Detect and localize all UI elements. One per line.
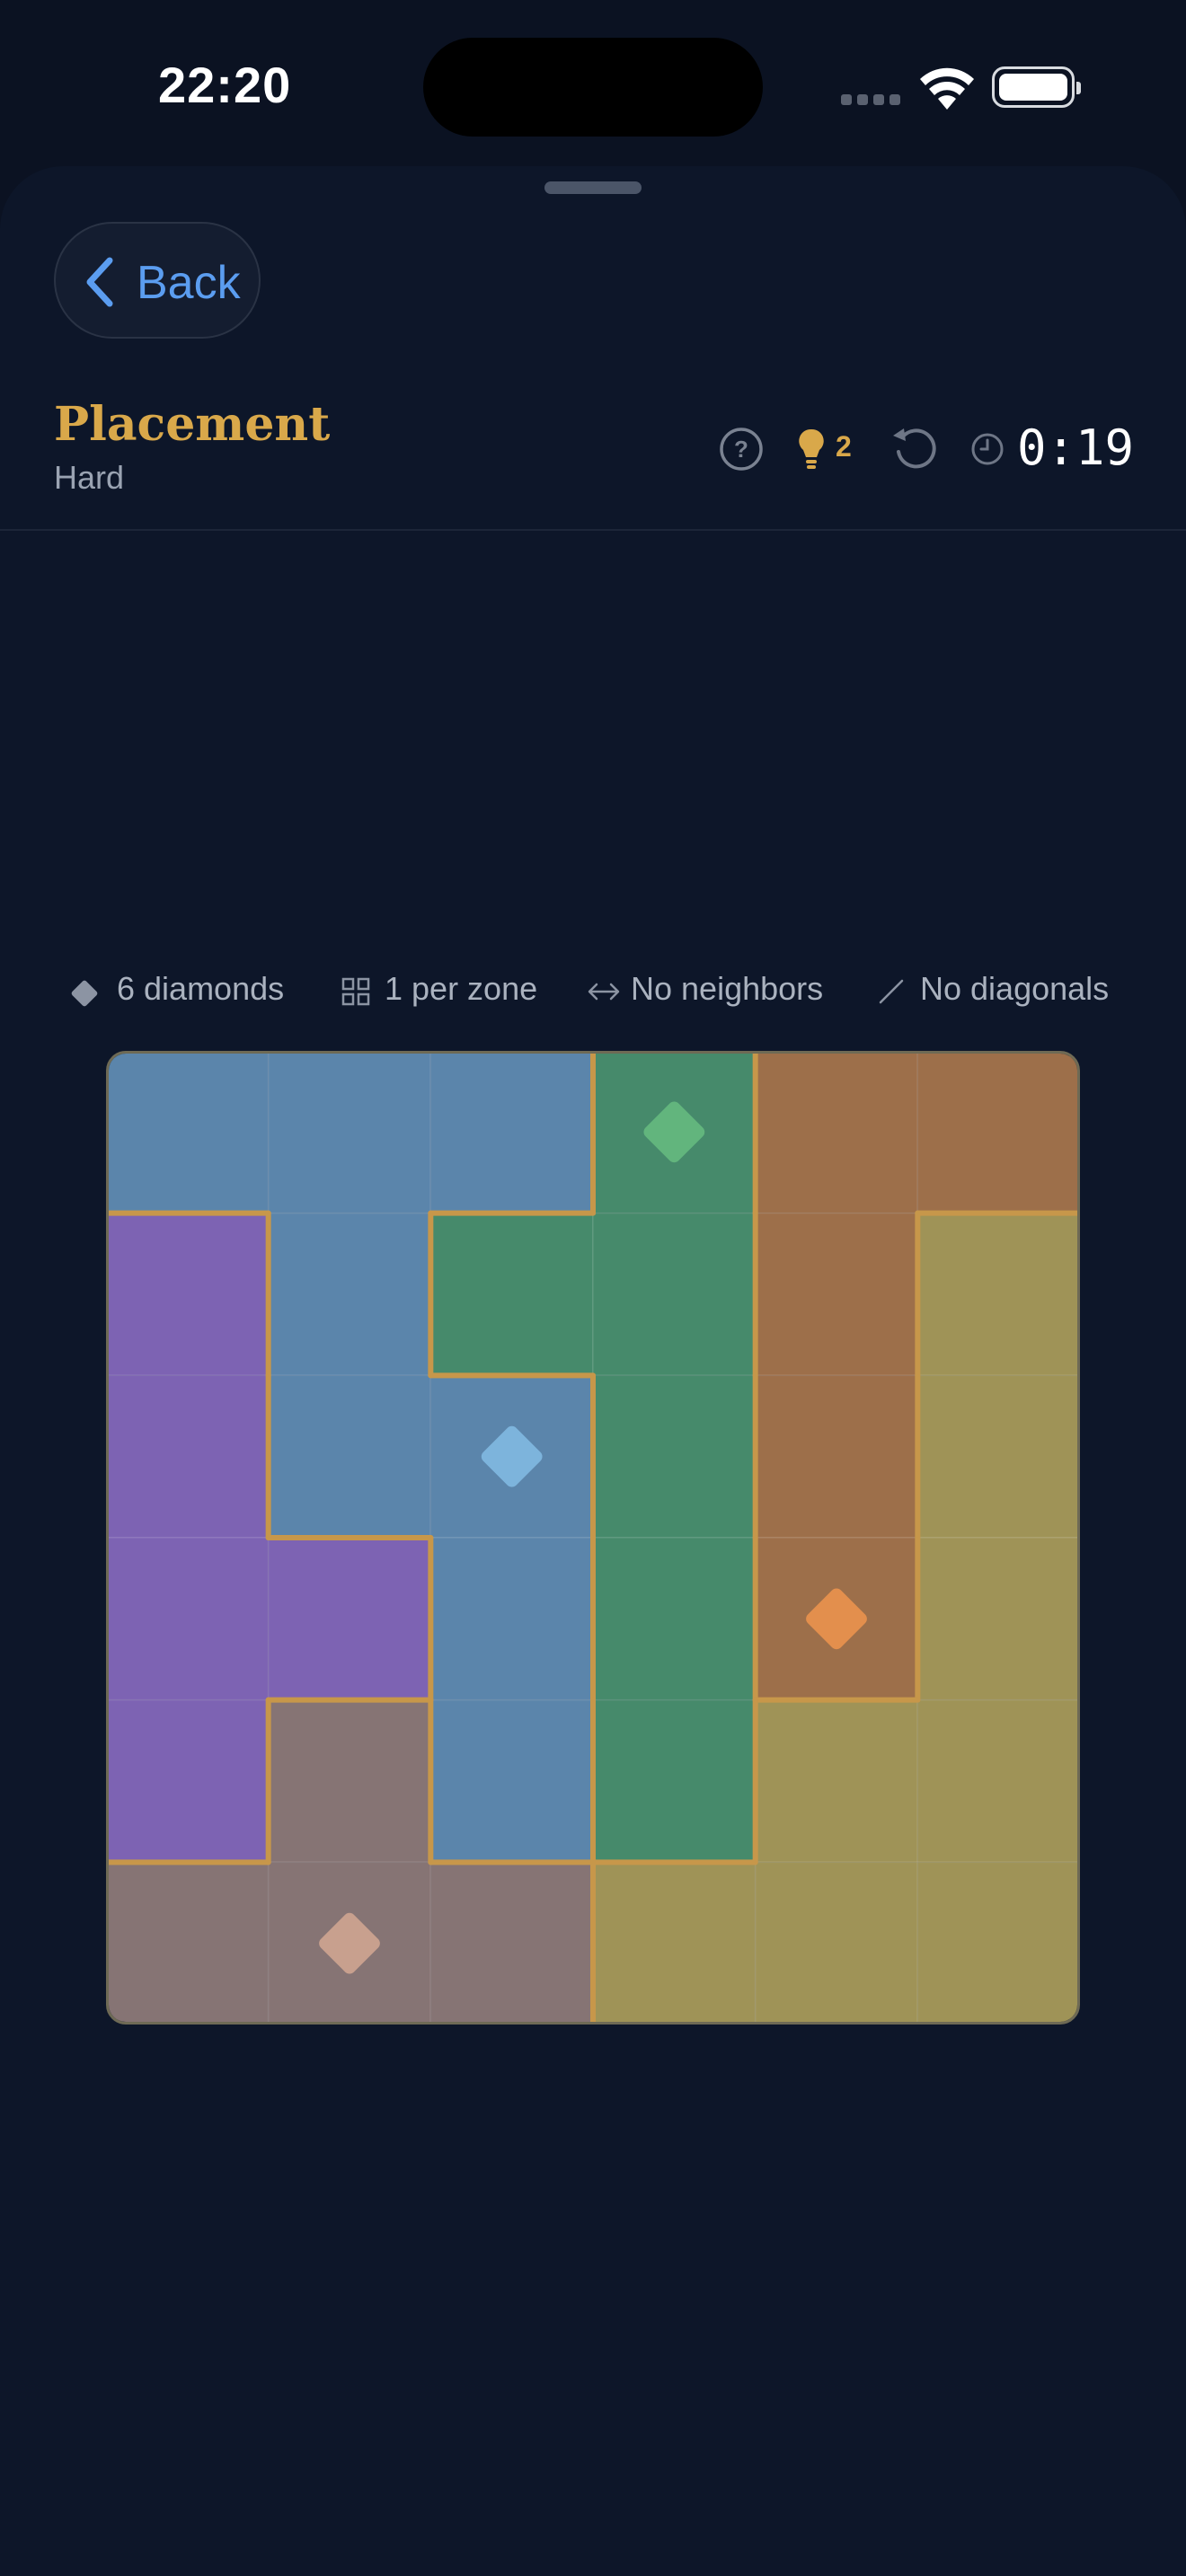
board-cell[interactable]: [916, 1374, 1080, 1539]
status-bar: 22:20: [0, 0, 1186, 171]
board-cell[interactable]: [429, 1537, 594, 1701]
sheet-grabber[interactable]: [544, 181, 642, 194]
diagonal-slash-icon: [879, 979, 904, 1004]
board-cell[interactable]: [592, 1374, 757, 1539]
board-cell[interactable]: [754, 1051, 919, 1214]
zone-grid-icon: [341, 977, 370, 1006]
board-cell[interactable]: [916, 1698, 1080, 1864]
puzzle-sheet: Back Placement Hard ? 2 0:19 6 diamonds: [0, 166, 1186, 2576]
difficulty-label: Hard: [54, 459, 125, 496]
board-cell[interactable]: [429, 1861, 594, 2025]
lightbulb-icon[interactable]: [798, 428, 825, 472]
arrows-horizontal-icon: [588, 983, 620, 1001]
puzzle-board[interactable]: [106, 1051, 1080, 2025]
board-cell[interactable]: [592, 1212, 757, 1377]
board-cell[interactable]: [916, 1212, 1080, 1377]
board-cell[interactable]: [267, 1698, 432, 1864]
board-cell[interactable]: [916, 1537, 1080, 1701]
board-cell[interactable]: [592, 1861, 757, 2025]
rule-label: No diagonals: [920, 970, 1110, 1007]
dynamic-island: [423, 38, 763, 137]
board-cell[interactable]: [267, 1374, 432, 1539]
svg-text:?: ?: [734, 436, 748, 463]
board-grid[interactable]: [106, 1051, 1080, 2025]
board-cell[interactable]: [429, 1051, 594, 1214]
board-cell[interactable]: [592, 1698, 757, 1864]
undo-icon[interactable]: [890, 423, 938, 472]
board-cell[interactable]: [916, 1051, 1080, 1214]
board-cell[interactable]: [267, 1051, 432, 1214]
board-cell[interactable]: [106, 1537, 270, 1701]
rule-label: 6 diamonds: [117, 970, 285, 1007]
board-cell[interactable]: [592, 1537, 757, 1701]
board-cell[interactable]: [754, 1861, 919, 2025]
back-button[interactable]: Back: [54, 222, 261, 339]
board-cell[interactable]: [106, 1051, 270, 1214]
timer-display: 0:19: [1017, 419, 1135, 476]
board-cell[interactable]: [267, 1537, 432, 1701]
diamond-icon: [71, 980, 98, 1007]
board-cell[interactable]: [754, 1374, 919, 1539]
hint-count: 2: [836, 430, 852, 463]
status-time: 22:20: [158, 57, 292, 113]
board-cell[interactable]: [267, 1212, 432, 1377]
board-cell[interactable]: [106, 1861, 270, 2025]
back-label: Back: [137, 257, 241, 309]
board-cell[interactable]: [106, 1698, 270, 1864]
battery-icon: [992, 66, 1081, 108]
board-cell[interactable]: [754, 1212, 919, 1377]
rule-label: No neighbors: [631, 970, 824, 1007]
rule-label: 1 per zone: [385, 970, 538, 1007]
help-icon[interactable]: ?: [719, 427, 764, 472]
wifi-icon: [920, 67, 974, 110]
cellular-signal-icon: [841, 93, 906, 110]
board-cell[interactable]: [106, 1374, 270, 1539]
board-cell[interactable]: [429, 1698, 594, 1864]
header-divider: [0, 529, 1186, 531]
board-cell[interactable]: [916, 1861, 1080, 2025]
board-cell[interactable]: [429, 1212, 594, 1377]
board-cell[interactable]: [106, 1212, 270, 1377]
puzzle-title: Placement: [54, 397, 331, 452]
board-cell[interactable]: [754, 1698, 919, 1864]
chevron-left-icon: [86, 257, 113, 307]
clock-icon: [971, 433, 1004, 465]
